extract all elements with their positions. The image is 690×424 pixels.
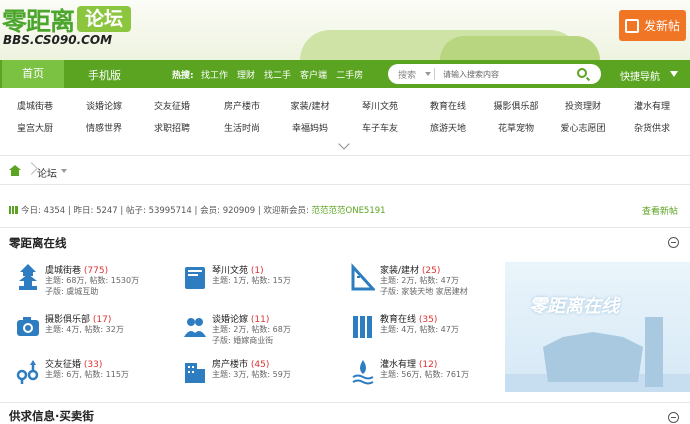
gender-icon[interactable] bbox=[16, 357, 40, 385]
water-icon[interactable] bbox=[351, 357, 375, 385]
stat-label: 今日: bbox=[21, 206, 41, 216]
forum-subforums[interactable]: 子版: 家装天地 家居建材 bbox=[380, 286, 468, 297]
category-link[interactable]: 家装/建材 bbox=[270, 99, 350, 112]
nav-home[interactable]: 首页 bbox=[2, 60, 64, 88]
hot-link[interactable]: 二手房 bbox=[336, 68, 363, 81]
category-link[interactable]: 杂货供求 bbox=[612, 121, 690, 134]
forum-meta: 主题: 3万, 帖数: 59万 bbox=[212, 370, 291, 379]
hot-search-links: 找工作 理财 找二手 客户端 二手房 bbox=[201, 68, 363, 81]
pagoda-icon[interactable] bbox=[16, 263, 40, 291]
chevron-down-icon[interactable] bbox=[61, 169, 67, 173]
search-input[interactable]: 请输入搜索内容 bbox=[443, 69, 499, 80]
divider bbox=[434, 68, 435, 80]
forum-subforums[interactable]: 子版: 虞城互助 bbox=[45, 286, 98, 297]
search-box: 搜索 请输入搜索内容 bbox=[388, 64, 601, 84]
forum-meta: 主题: 2万, 帖数: 47万 bbox=[380, 276, 459, 285]
collapse-icon[interactable] bbox=[668, 237, 679, 248]
banner-title: 零距离在线 bbox=[529, 296, 619, 317]
book-icon[interactable] bbox=[183, 263, 207, 291]
forum-item[interactable]: 房产楼市 (45) 主题: 3万, 帖数: 59万 bbox=[183, 357, 343, 397]
logo-badge: 论坛 bbox=[77, 6, 131, 32]
new-member-link[interactable]: 范范范范ONE5191 bbox=[312, 206, 386, 216]
forum-subforums[interactable]: 子版: 婚嫁商业街 bbox=[212, 335, 273, 346]
main-nav: 首页 手机版 热搜: 找工作 理财 找二手 客户端 二手房 搜索 请输入搜索内容… bbox=[0, 60, 690, 88]
building-icon[interactable] bbox=[183, 357, 207, 385]
forum-meta: 主题: 68万, 帖数: 1530万 bbox=[45, 276, 140, 285]
breadcrumb-forum[interactable]: 论坛 bbox=[37, 165, 57, 180]
nav-mobile[interactable]: 手机版 bbox=[88, 67, 121, 83]
quick-nav-menu[interactable]: 快捷导航 bbox=[620, 68, 660, 83]
chevron-down-icon bbox=[425, 72, 431, 76]
home-icon[interactable] bbox=[9, 165, 21, 176]
logo-url: BBS.CS090.COM bbox=[3, 33, 113, 47]
search-icon[interactable] bbox=[577, 68, 587, 78]
forum-meta: 主题: 1万, 帖数: 15万 bbox=[212, 276, 291, 285]
hot-link[interactable]: 找二手 bbox=[264, 68, 291, 81]
hot-search-label: 热搜: bbox=[172, 71, 194, 81]
ruler-icon[interactable] bbox=[351, 263, 377, 291]
breadcrumb: 论坛 bbox=[0, 155, 690, 185]
site-header: 零距离 论坛 BBS.CS090.COM 发新帖 bbox=[0, 0, 690, 60]
stat-label: 欢迎新会员: bbox=[263, 206, 309, 216]
stat-value: 4354 bbox=[43, 206, 66, 216]
camera-icon[interactable] bbox=[16, 312, 40, 340]
section-title: 零距离在线 bbox=[9, 236, 67, 250]
forum-meta: 主题: 6万, 帖数: 115万 bbox=[45, 370, 129, 379]
forum-item[interactable]: 交友征婚 (33) 主题: 6万, 帖数: 115万 bbox=[16, 357, 176, 397]
forum-item[interactable]: 教育在线 (35) 主题: 4万, 帖数: 47万 bbox=[351, 312, 511, 352]
category-link[interactable]: 幸福妈妈 bbox=[270, 121, 350, 134]
forum-item[interactable]: 虞城街巷 (775) 主题: 68万, 帖数: 1530万 子版: 虞城互助 bbox=[16, 263, 176, 303]
divider bbox=[0, 402, 690, 403]
stat-value: 53995714 bbox=[148, 206, 192, 216]
forum-item[interactable]: 家装/建材 (25) 主题: 2万, 帖数: 47万 子版: 家装天地 家居建材 bbox=[351, 263, 511, 303]
collapse-icon[interactable] bbox=[668, 412, 679, 423]
forum-meta: 主题: 4万, 帖数: 47万 bbox=[380, 325, 459, 334]
breadcrumb-separator-icon bbox=[25, 162, 38, 175]
category-link[interactable]: 灌水有理 bbox=[612, 99, 690, 112]
stat-label: 帖子: bbox=[126, 206, 146, 216]
forum-meta: 主题: 56万, 帖数: 761万 bbox=[380, 370, 470, 379]
forum-stats: 今日: 4354 | 昨日: 5247 | 帖子: 53995714 | 会员:… bbox=[9, 204, 386, 216]
section-title: 供求信息·买卖街 bbox=[9, 409, 94, 423]
stat-label: 会员: bbox=[200, 206, 220, 216]
forum-meta: 主题: 2万, 帖数: 68万 bbox=[212, 325, 291, 334]
forum-item[interactable]: 谈婚论嫁 (11) 主题: 2万, 帖数: 68万 子版: 婚嫁商业街 bbox=[183, 312, 343, 352]
edit-icon bbox=[624, 18, 639, 33]
category-link[interactable]: 交友征婚 bbox=[132, 99, 212, 112]
section-banner: 零距离在线 bbox=[505, 262, 690, 392]
forum-meta: 主题: 4万, 帖数: 32万 bbox=[45, 325, 124, 334]
couple-icon[interactable] bbox=[183, 312, 207, 340]
header-decoration bbox=[440, 36, 600, 60]
category-link[interactable]: 投资理财 bbox=[543, 99, 623, 112]
stat-label: 昨日: bbox=[73, 206, 94, 216]
books-icon[interactable] bbox=[351, 312, 375, 340]
new-post-button[interactable]: 发新帖 bbox=[619, 10, 686, 41]
banner-decoration bbox=[645, 317, 663, 387]
search-type-select[interactable]: 搜索 bbox=[398, 68, 416, 81]
hot-link[interactable]: 找工作 bbox=[201, 68, 228, 81]
hot-link[interactable]: 理财 bbox=[237, 68, 255, 81]
banner-decoration bbox=[543, 332, 643, 382]
category-link[interactable]: 求职招聘 bbox=[132, 121, 212, 134]
forum-item[interactable]: 摄影俱乐部 (17) 主题: 4万, 帖数: 32万 bbox=[16, 312, 176, 352]
stat-value: 920909 bbox=[222, 206, 256, 216]
new-post-label: 发新帖 bbox=[643, 19, 680, 33]
category-link[interactable]: 爱心志愿团 bbox=[543, 121, 623, 134]
forum-item[interactable]: 灌水有理 (12) 主题: 56万, 帖数: 761万 bbox=[351, 357, 511, 397]
hot-link[interactable]: 客户端 bbox=[300, 68, 327, 81]
forum-item[interactable]: 琴川文苑 (1) 主题: 1万, 帖数: 15万 bbox=[183, 263, 343, 303]
chevron-down-icon bbox=[670, 71, 678, 77]
stats-chart-icon bbox=[9, 206, 18, 214]
stat-value: 5247 bbox=[96, 206, 118, 216]
view-new-posts-link[interactable]: 查看新帖 bbox=[642, 204, 678, 217]
divider bbox=[0, 227, 690, 228]
